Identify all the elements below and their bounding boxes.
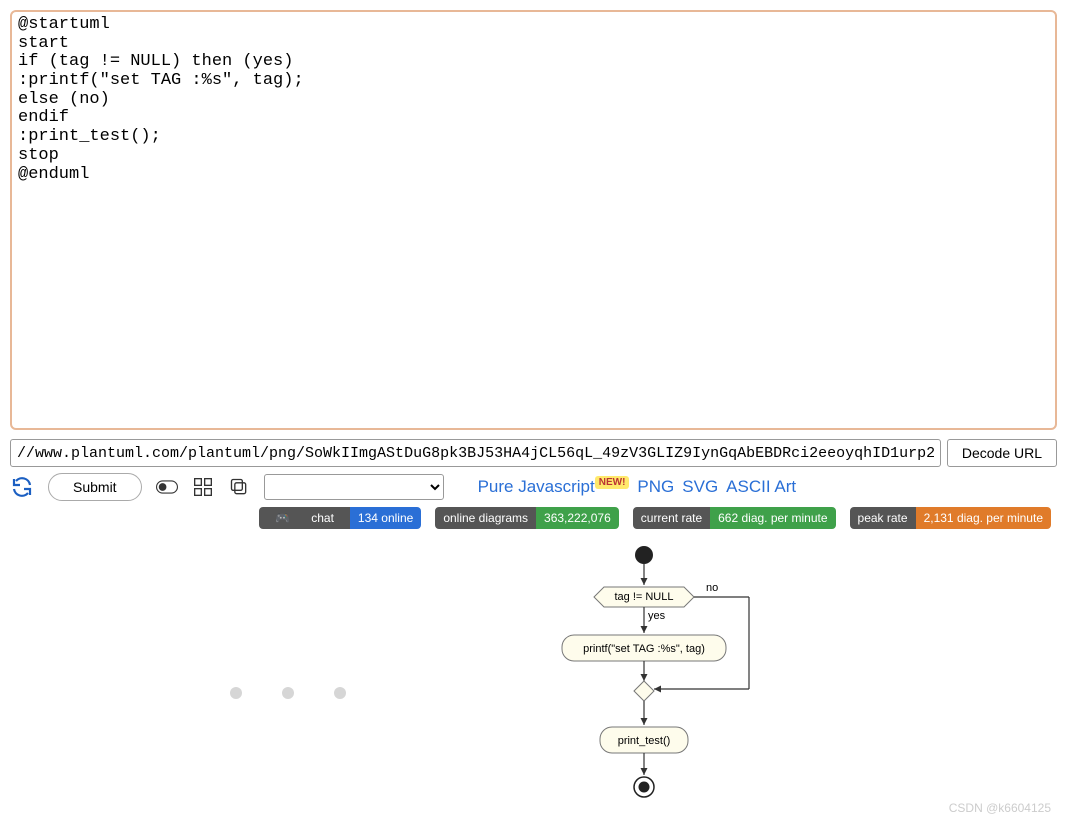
diagram-preview: tag != NULL no yes printf("set TAG :%s",… — [10, 541, 1057, 811]
plantuml-editor[interactable]: @startuml start if (tag != NULL) then (y… — [10, 10, 1057, 430]
merge-node — [634, 681, 654, 701]
peak-value: 2,131 diag. per minute — [916, 507, 1051, 529]
pure-js-link[interactable]: Pure JavascriptNEW! — [478, 477, 630, 497]
toolbar: Submit Pure JavascriptNEW! PNG SVG ASCII… — [10, 473, 1057, 501]
output-format-links: Pure JavascriptNEW! PNG SVG ASCII Art — [478, 477, 797, 497]
current-rate-stat: current rate 662 diag. per minute — [633, 507, 836, 529]
light-dark-toggle-icon[interactable] — [156, 476, 178, 498]
current-value: 662 diag. per minute — [710, 507, 835, 529]
action-print-test-text: print_test() — [617, 735, 670, 747]
loading-dots — [230, 687, 346, 699]
online-value: 363,222,076 — [536, 507, 619, 529]
copy-icon[interactable] — [228, 476, 250, 498]
chat-label: chat — [303, 511, 342, 525]
action-printf-text: printf("set TAG :%s", tag) — [583, 643, 705, 655]
url-row: Decode URL — [10, 439, 1057, 467]
refresh-icon[interactable] — [10, 475, 34, 499]
theme-select[interactable] — [264, 474, 444, 500]
discord-icon: 🎮 — [267, 511, 298, 525]
start-node — [635, 546, 653, 564]
encoded-url-input[interactable] — [10, 439, 941, 467]
no-label: no — [706, 582, 718, 594]
ascii-link[interactable]: ASCII Art — [726, 477, 796, 497]
watermark: CSDN @k6604125 — [949, 801, 1051, 815]
png-link[interactable]: PNG — [637, 477, 674, 497]
yes-label: yes — [648, 610, 666, 622]
new-badge: NEW! — [595, 476, 630, 489]
pure-js-label: Pure Javascript — [478, 477, 595, 496]
chat-value: 134 online — [350, 507, 421, 529]
decode-url-button[interactable]: Decode URL — [947, 439, 1057, 467]
online-label: online diagrams — [435, 507, 536, 529]
activity-diagram: tag != NULL no yes printf("set TAG :%s",… — [514, 541, 814, 811]
stats-row: 🎮 chat 134 online online diagrams 363,222… — [10, 507, 1057, 529]
chat-stat[interactable]: 🎮 chat 134 online — [259, 507, 421, 529]
current-label: current rate — [633, 507, 710, 529]
stop-node — [638, 782, 649, 793]
peak-label: peak rate — [850, 507, 916, 529]
submit-button[interactable]: Submit — [48, 473, 142, 501]
layout-icon[interactable] — [192, 476, 214, 498]
svg-link[interactable]: SVG — [682, 477, 718, 497]
online-diagrams-stat: online diagrams 363,222,076 — [435, 507, 618, 529]
peak-rate-stat: peak rate 2,131 diag. per minute — [850, 507, 1051, 529]
decision-text: tag != NULL — [614, 591, 673, 603]
